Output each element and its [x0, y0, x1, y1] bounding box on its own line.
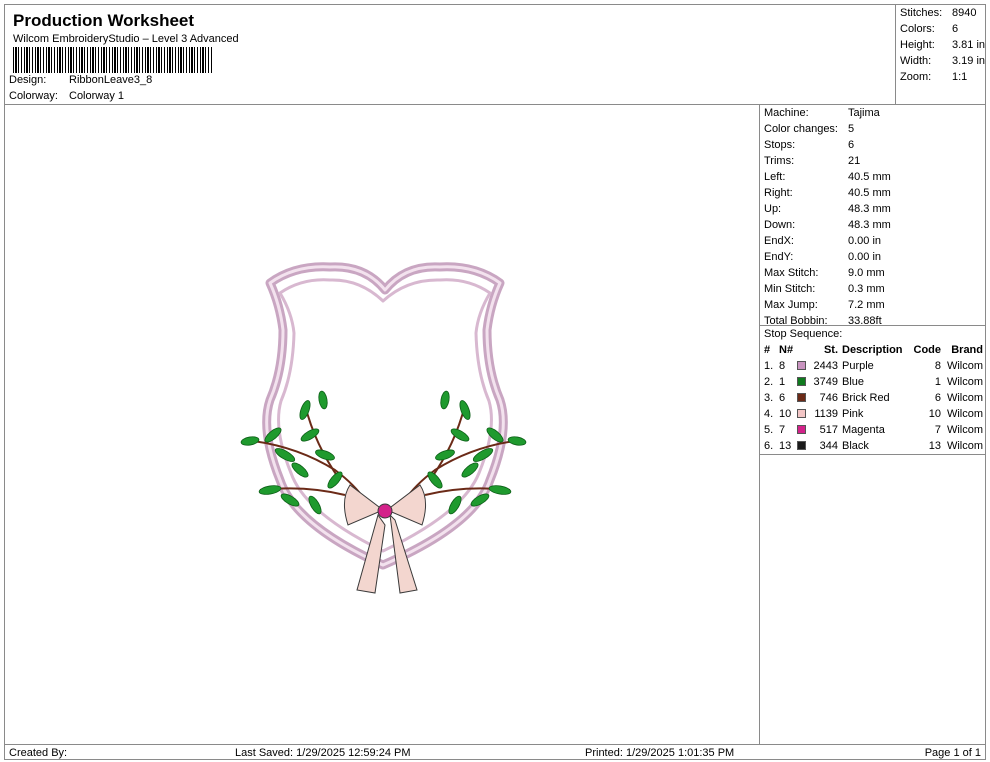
stop-sequence-row: 6. 13 344 Black 13 Wilcom [764, 440, 983, 452]
info-down: Down: 48.3 mm [764, 219, 891, 231]
last-saved: Last Saved: 1/29/2025 12:59:24 PM [235, 747, 411, 759]
barcode [13, 47, 213, 73]
header-panel: Production Worksheet Wilcom EmbroiderySt… [4, 4, 896, 105]
stop-sequence-title: Stop Sequence: [764, 328, 843, 340]
info-endx: EndX: 0.00 in [764, 235, 882, 247]
summary-width: Width: 3.19 in [900, 55, 986, 67]
details-panel: Machine: Tajima Color changes: 5 Stops: 6 T… [759, 104, 986, 745]
leaves [240, 390, 527, 515]
software-name: Wilcom EmbroideryStudio – Level 3 Advanc… [13, 33, 239, 45]
stop-sequence-row: 4. 10 1139 Pink 10 Wilcom [764, 408, 983, 420]
color-swatch [797, 377, 806, 386]
info-max-jump: Max Jump: 7.2 mm [764, 299, 885, 311]
stop-sequence-row: 3. 6 746 Brick Red 6 Wilcom [764, 392, 983, 404]
info-stops: Stops: 6 [764, 139, 855, 151]
summary-zoom: Zoom: 1:1 [900, 71, 968, 83]
colorway-label: Colorway: [9, 90, 58, 102]
footer-bar: Created By: Last Saved: 1/29/2025 12:59:… [4, 744, 986, 760]
summary-colors: Colors: 6 [900, 23, 959, 35]
info-min-stitch: Min Stitch: 0.3 mm [764, 283, 885, 295]
info-max-stitch: Max Stitch: 9.0 mm [764, 267, 885, 279]
stop-sequence-row: 2. 1 3749 Blue 1 Wilcom [764, 376, 983, 388]
page-title: Production Worksheet [13, 11, 195, 30]
info-trims: Trims: 21 [764, 155, 861, 167]
colorway-value: Colorway 1 [69, 90, 125, 102]
info-right: Right: 40.5 mm [764, 187, 891, 199]
design-label: Design: [9, 74, 47, 86]
info-color-changes: Color changes: 5 [764, 123, 855, 135]
color-swatch [797, 393, 806, 402]
summary-stitches: Stitches: 8940 [900, 7, 977, 19]
info-left: Left: 40.5 mm [764, 171, 891, 183]
design-field: Design: RibbonLeave3_8 [9, 74, 152, 86]
page-number: Page 1 of 1 [924, 747, 981, 759]
color-swatch [797, 441, 806, 450]
summary-height: Height: 3.81 in [900, 39, 986, 51]
stop-sequence-row: 5. 7 517 Magenta 7 Wilcom [764, 424, 983, 436]
stop-sequence-header: # N# St. Description Code Brand [764, 344, 983, 356]
color-swatch [797, 425, 806, 434]
stop-sequence-row: 1. 8 2443 Purple 8 Wilcom [764, 360, 983, 372]
info-endy: EndY: 0.00 in [764, 251, 882, 263]
printed-date: Printed: 1/29/2025 1:01:35 PM [585, 747, 735, 759]
colorway-field: Colorway: Colorway 1 [9, 90, 124, 102]
design-preview-panel [4, 104, 760, 745]
info-up: Up: 48.3 mm [764, 203, 891, 215]
summary-panel: Stitches: 8940 Colors: 6 Height: 3.81 in Wi… [895, 4, 986, 105]
created-by: Created By: [9, 747, 68, 759]
design-value: RibbonLeave3_8 [69, 74, 153, 86]
embroidery-design-preview [240, 262, 527, 594]
info-machine: Machine: Tajima [764, 107, 880, 119]
color-swatch [797, 361, 806, 370]
ribbon-bow [344, 484, 426, 594]
divider [760, 454, 985, 455]
color-swatch [797, 409, 806, 418]
